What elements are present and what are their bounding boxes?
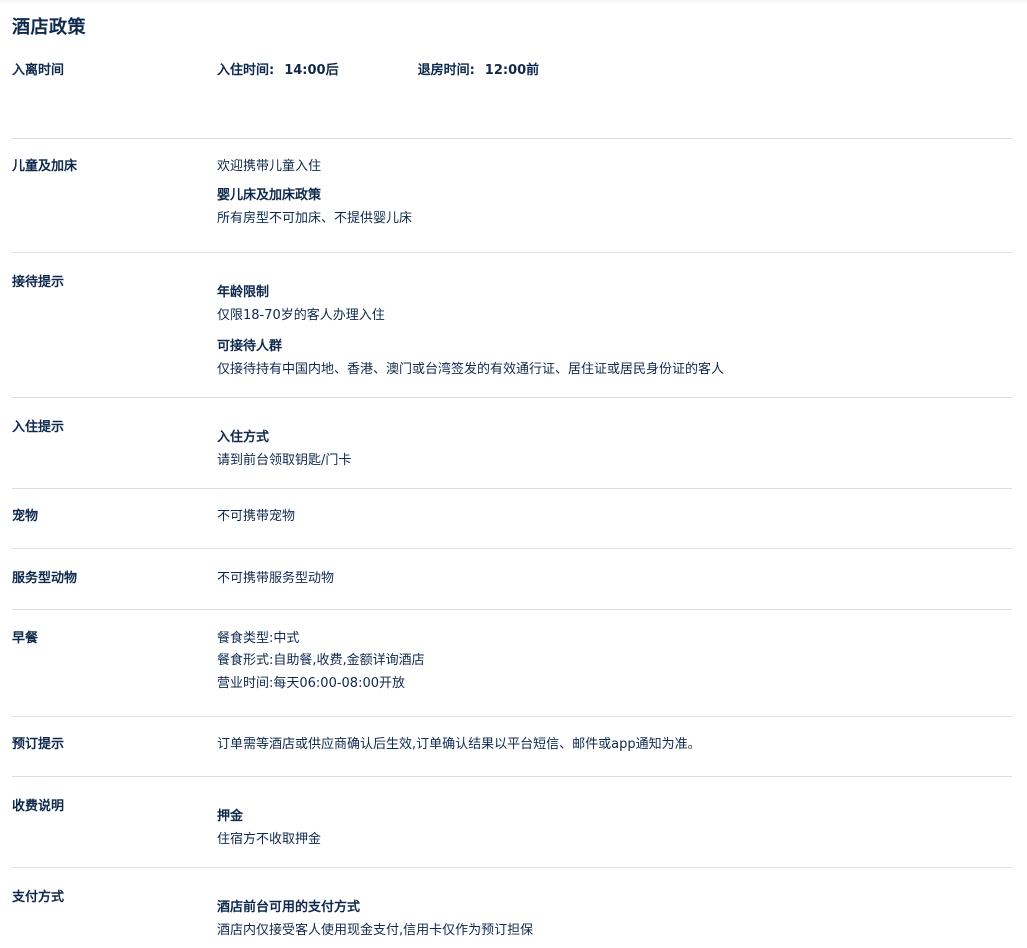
section-service-animals: 服务型动物 不可携带服务型动物	[12, 549, 1012, 610]
section-content: 酒店前台可用的支付方式 酒店内仅接受客人使用现金支付,信用卡仅作为预订担保	[217, 888, 1012, 948]
hotel-policy-panel: 酒店政策 入离时间 入住时间: 14:00后 退房时间: 12:00前 儿童及加…	[0, 15, 1027, 948]
pets-text: 不可携带宠物	[217, 509, 296, 524]
breakfast-type: 餐食类型:中式	[217, 631, 300, 646]
top-shadow	[0, 0, 1027, 4]
payment-methods-text: 酒店内仅接受客人使用现金支付,信用卡仅作为预订担保	[217, 923, 534, 938]
section-content: 不可携带宠物	[217, 507, 1012, 548]
checkin-time-label: 入住时间:	[217, 63, 275, 78]
checkout-time-value: 12:00前	[484, 63, 540, 78]
section-reception-tips: 接待提示 年龄限制 仅限18-70岁的客人办理入住 可接待人群 仅接待持有中国内…	[12, 253, 1012, 398]
section-content: 订单需等酒店或供应商确认后生效,订单确认结果以平台短信、邮件或app通知为准。	[217, 735, 1012, 776]
section-content: 年龄限制 仅限18-70岁的客人办理入住 可接待人群 仅接待持有中国内地、香港、…	[217, 273, 1012, 397]
section-content: 入住时间: 14:00后 退房时间: 12:00前	[217, 61, 1012, 138]
section-fees: 收费说明 押金 住宿方不收取押金	[12, 777, 1012, 868]
section-booking-tips: 预订提示 订单需等酒店或供应商确认后生效,订单确认结果以平台短信、邮件或app通…	[12, 717, 1012, 777]
booking-text: 订单需等酒店或供应商确认后生效,订单确认结果以平台短信、邮件或app通知为准。	[217, 737, 701, 752]
section-label: 预订提示	[12, 737, 65, 752]
section-label: 入离时间	[12, 63, 65, 78]
service-animals-text: 不可携带服务型动物	[217, 571, 335, 586]
checkout-time-label: 退房时间:	[417, 63, 475, 78]
section-content: 欢迎携带儿童入住 婴儿床及加床政策 所有房型不可加床、不提供婴儿床	[217, 157, 1012, 252]
section-checkin-time: 入离时间 入住时间: 14:00后 退房时间: 12:00前	[12, 51, 1012, 139]
section-label: 宠物	[12, 509, 39, 524]
accepted-guests-title: 可接待人群	[217, 339, 283, 354]
checkin-time-value: 14:00后	[284, 63, 339, 78]
section-label: 入住提示	[12, 420, 65, 435]
section-label: 服务型动物	[12, 571, 78, 586]
section-label: 早餐	[12, 631, 39, 646]
checkin-time: 入住时间: 14:00后	[217, 61, 339, 81]
section-checkin-tips: 入住提示 入住方式 请到前台领取钥匙/门卡	[12, 398, 1012, 489]
payment-methods-title: 酒店前台可用的支付方式	[217, 900, 361, 915]
accepted-guests-text: 仅接待持有中国内地、香港、澳门或台湾签发的有效通行证、居住证或居民身份证的客人	[217, 362, 725, 377]
section-content: 餐食类型:中式 餐食形式:自助餐,收费,金额详询酒店 营业时间:每天06:00-…	[217, 629, 1012, 716]
checkin-method-text: 请到前台领取钥匙/门卡	[217, 453, 352, 468]
checkin-method-title: 入住方式	[217, 430, 270, 445]
breakfast-hours: 营业时间:每天06:00-08:00开放	[217, 676, 405, 691]
section-pets: 宠物 不可携带宠物	[12, 489, 1012, 549]
section-content: 不可携带服务型动物	[217, 569, 1012, 609]
section-children-extra-bed: 儿童及加床 欢迎携带儿童入住 婴儿床及加床政策 所有房型不可加床、不提供婴儿床	[12, 139, 1012, 253]
deposit-text: 住宿方不收取押金	[217, 832, 322, 847]
section-label: 儿童及加床	[12, 159, 78, 174]
section-label: 接待提示	[12, 275, 65, 290]
section-label: 支付方式	[12, 890, 65, 905]
crib-policy-title: 婴儿床及加床政策	[217, 188, 322, 203]
deposit-title: 押金	[217, 809, 244, 824]
children-welcome-text: 欢迎携带儿童入住	[217, 159, 322, 174]
crib-policy-text: 所有房型不可加床、不提供婴儿床	[217, 211, 413, 226]
section-content: 押金 住宿方不收取押金	[217, 797, 1012, 867]
section-content: 入住方式 请到前台领取钥匙/门卡	[217, 418, 1012, 488]
page-title: 酒店政策	[12, 17, 86, 38]
age-limit-title: 年龄限制	[217, 285, 270, 300]
checkout-time: 退房时间: 12:00前	[418, 61, 540, 81]
checkin-checkout-row: 入住时间: 14:00后 退房时间: 12:00前	[217, 61, 1012, 81]
breakfast-form: 餐食形式:自助餐,收费,金额详询酒店	[217, 653, 425, 668]
section-label: 收费说明	[12, 799, 65, 814]
section-breakfast: 早餐 餐食类型:中式 餐食形式:自助餐,收费,金额详询酒店 营业时间:每天06:…	[12, 610, 1012, 717]
section-payment: 支付方式 酒店前台可用的支付方式 酒店内仅接受客人使用现金支付,信用卡仅作为预订…	[12, 868, 1012, 948]
age-limit-text: 仅限18-70岁的客人办理入住	[217, 308, 385, 323]
